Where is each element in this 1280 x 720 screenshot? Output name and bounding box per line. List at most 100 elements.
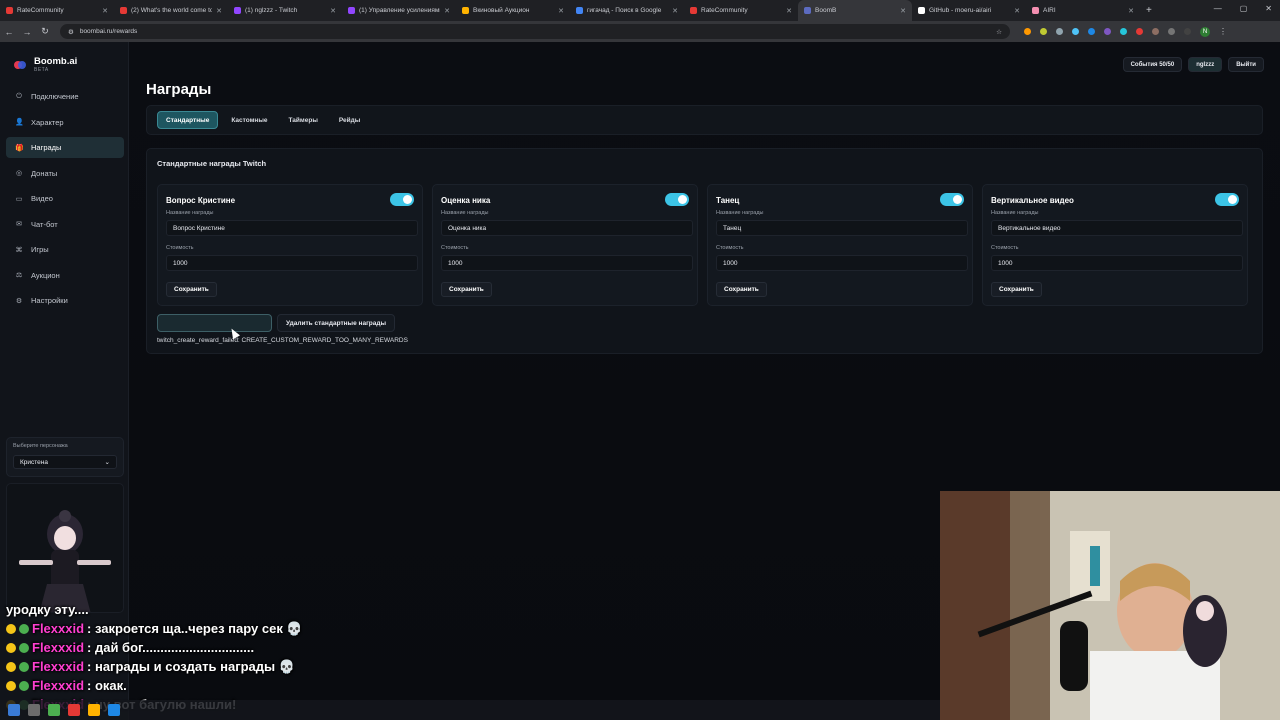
user-badge[interactable]: nglzzz [1188,57,1223,72]
close-tab-icon[interactable]: ✕ [672,7,678,15]
new-tab-button[interactable]: + [1140,5,1158,16]
minimize-icon[interactable]: — [1214,4,1222,13]
tab-3[interactable]: Рейды [331,111,368,129]
close-tab-icon[interactable]: ✕ [444,7,450,15]
browser-tab[interactable]: (1) nglzzz - Twitch ✕ [228,0,342,21]
start-icon[interactable] [8,704,20,716]
sidebar-item-5[interactable]: ✉ Чат-бот [6,214,124,235]
tab-favicon-icon [348,7,355,14]
tab-title: AIRI [1043,7,1056,14]
profile-avatar[interactable]: N [1200,26,1210,37]
browser-tab[interactable]: GitHub - moeru-ai/airi ✕ [912,0,1026,21]
reward-enabled-toggle[interactable] [1215,193,1239,206]
browser-tab[interactable]: Вкиновый Аукцион ✕ [456,0,570,21]
person-icon: 👤 [15,119,24,126]
browser-tab[interactable]: (2) What's the world come to ✕ [114,0,228,21]
search-icon[interactable] [28,704,40,716]
close-tab-icon[interactable]: ✕ [558,7,564,15]
close-tab-icon[interactable]: ✕ [1014,7,1020,15]
close-tab-icon[interactable]: ✕ [330,7,336,15]
sidebar-item-6[interactable]: ⌘ Игры [6,239,124,260]
reward-cost-input[interactable]: 1000 [991,255,1243,271]
extension-icon[interactable] [1152,28,1159,35]
reward-name-input[interactable]: Вопрос Кристине [166,220,418,236]
browser-tab[interactable]: RateCommunity ✕ [684,0,798,21]
reward-cards: Вопрос Кристине Название награды Вопрос Кр… [157,184,1248,306]
reward-cost-input[interactable]: 1000 [716,255,968,271]
close-tab-icon[interactable]: ✕ [1128,7,1134,15]
browser-tab[interactable]: RateCommunity ✕ [0,0,114,21]
extension-icon[interactable] [1120,28,1127,35]
sidebar-item-0[interactable]: ⏻ Подключение [6,86,124,107]
app-icon[interactable] [68,704,80,716]
sidebar-item-8[interactable]: ⚙ Настройки [6,290,124,311]
save-button[interactable]: Сохранить [441,282,492,297]
extension-icon[interactable] [1056,28,1063,35]
reload-icon[interactable]: ↻ [36,26,54,37]
reward-enabled-toggle[interactable] [390,193,414,206]
tab-0[interactable]: Стандартные [157,111,219,129]
reward-cost-input[interactable]: 1000 [441,255,693,271]
bookmark-star-icon[interactable]: ☆ [996,28,1002,36]
tab-2[interactable]: Таймеры [281,111,326,129]
browser-tab[interactable]: гигачад - Поиск в Google ✕ [570,0,684,21]
browser-tab[interactable]: AIRI ✕ [1026,0,1140,21]
site-info-icon[interactable]: ⚙ [68,28,74,36]
close-window-icon[interactable]: ✕ [1265,4,1272,13]
chat-icon: ✉ [16,221,22,228]
save-button[interactable]: Сохранить [716,282,767,297]
close-tab-icon[interactable]: ✕ [216,7,222,15]
extension-icon[interactable] [1104,28,1111,35]
close-tab-icon[interactable]: ✕ [102,7,108,15]
close-tab-icon[interactable]: ✕ [786,7,792,15]
back-icon[interactable]: ← [0,27,18,37]
header-actions: События 50/50 nglzzz Выйти [1122,57,1264,72]
download-icon[interactable] [1168,28,1175,35]
app-icon[interactable] [48,704,60,716]
browser-tab[interactable]: BoomB ✕ [798,0,912,21]
brand[interactable]: Boomb.ai BETA [14,56,77,73]
save-button[interactable]: Сохранить [991,282,1042,297]
tab-title: GitHub - moeru-ai/airi [929,7,992,14]
tab-favicon-icon [1032,7,1039,14]
tab-search-icon[interactable] [1184,28,1191,35]
extension-icon[interactable] [1136,28,1143,35]
address-bar[interactable]: ⚙ boombai.ru/rewards ☆ [60,24,1010,39]
browser-menu-icon[interactable]: ⋮ [1219,27,1227,36]
tab-1[interactable]: Кастомные [223,111,275,129]
sidebar-item-2[interactable]: 🎁 Награды [6,137,124,158]
forward-icon[interactable]: → [18,27,36,37]
browser-tab[interactable]: (1) Управление усилениями ✕ [342,0,456,21]
reward-name-input[interactable]: Вертикальное видео [991,220,1243,236]
character-select[interactable]: Кристена ⌄ [13,455,117,469]
reward-cost-input[interactable]: 1000 [166,255,418,271]
save-button[interactable]: Сохранить [166,282,217,297]
sidebar-item-label: Характер [31,117,64,127]
maximize-icon[interactable]: ▢ [1240,4,1248,13]
app-icon[interactable] [108,704,120,716]
reward-name-label: Название награды [716,210,764,216]
reward-card-title: Вопрос Кристине [166,196,236,205]
delete-standard-rewards-button[interactable]: Удалить стандартные награды [277,314,396,332]
sidebar-item-1[interactable]: 👤 Характер [6,112,124,133]
create-rewards-button[interactable] [157,314,272,332]
sidebar-item-7[interactable]: ⚖ Аукцион [6,265,124,286]
reward-card-title: Оценка ника [441,196,491,205]
reward-name-input[interactable]: Оценка ника [441,220,693,236]
reward-name-input[interactable]: Танец [716,220,968,236]
crown-badge-icon [6,661,16,672]
reward-enabled-toggle[interactable] [940,193,964,206]
sidebar-item-3[interactable]: ◎ Донаты [6,163,124,184]
extension-icon[interactable] [1024,28,1031,35]
logout-button[interactable]: Выйти [1228,57,1264,72]
sidebar-item-label: Настройки [31,296,68,305]
reward-enabled-toggle[interactable] [665,193,689,206]
window-controls: — ▢ ✕ [1214,4,1272,13]
extension-icon[interactable] [1088,28,1095,35]
extension-icon[interactable] [1072,28,1079,35]
app-icon[interactable] [88,704,100,716]
close-tab-icon[interactable]: ✕ [900,7,906,15]
extension-icon[interactable] [1040,28,1047,35]
standard-rewards-panel: Стандартные награды Twitch Вопрос Кристи… [146,148,1263,354]
sidebar-item-4[interactable]: ▭ Видео [6,188,124,209]
